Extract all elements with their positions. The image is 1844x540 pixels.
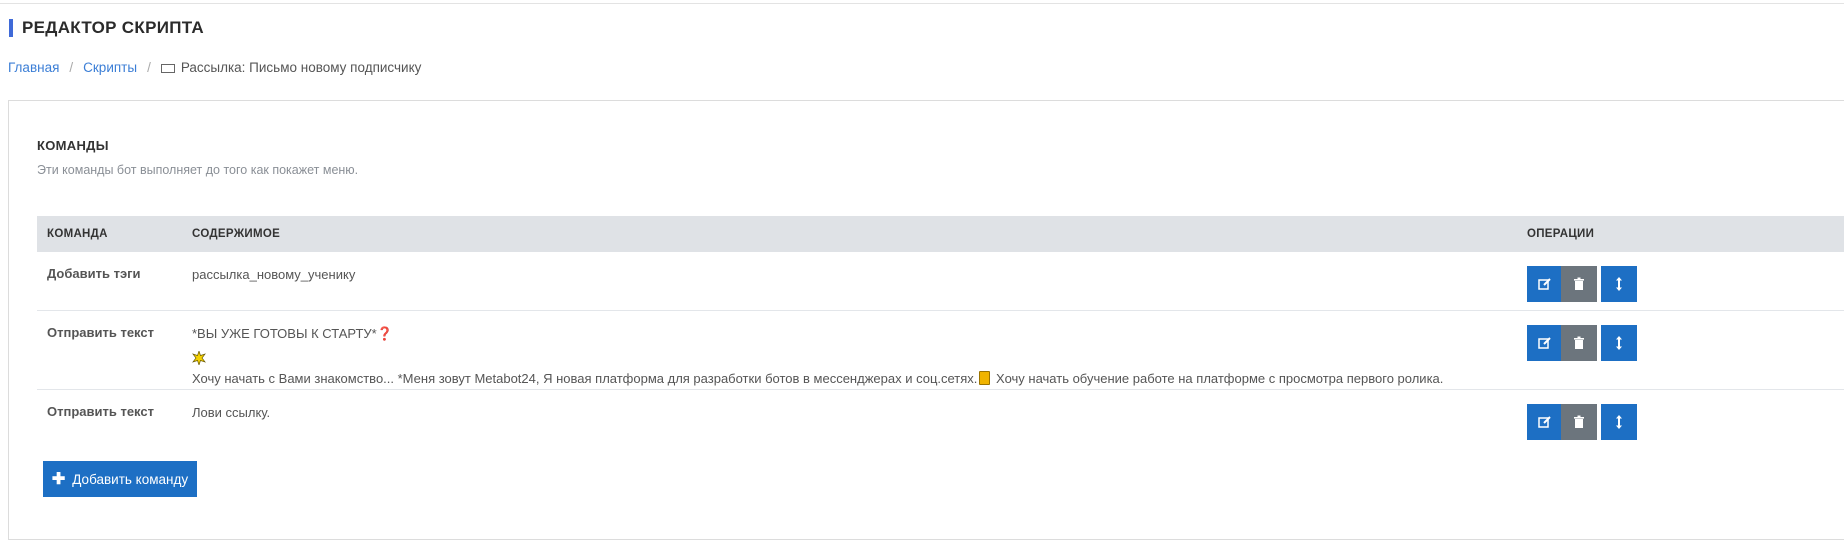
content-cell: Лови ссылку.: [192, 404, 271, 420]
move-vertical-icon: [1616, 414, 1622, 429]
command-cell: Отправить текст: [37, 310, 182, 390]
envelope-icon: [160, 63, 175, 73]
column-header-command: КОМАНДА: [47, 228, 108, 240]
section-title: КОМАНДЫ: [37, 138, 109, 153]
move-vertical-icon: [1616, 277, 1622, 291]
table-row: Отправить текст *ВЫ УЖЕ ГОТОВЫ К СТАРТУ*…: [37, 310, 1844, 390]
breadcrumb-current-label: Рассылка: Письмо новому подписчику: [180, 60, 422, 75]
phone-emoji-icon: [979, 370, 991, 385]
add-command-label: Добавить команду: [72, 471, 189, 487]
trash-icon: [1574, 415, 1584, 428]
content-line: Хочу начать обучение работе на платформе…: [996, 370, 1444, 386]
command-cell: Добавить тэги: [37, 252, 182, 311]
page-title: РЕДАКТОР СКРИПТА: [9, 19, 204, 37]
content-cell: рассылка_новому_ученику: [182, 252, 1517, 311]
sparkle-emoji-icon: [192, 350, 206, 365]
breadcrumb-home-link[interactable]: Главная: [8, 60, 59, 76]
breadcrumb-separator: /: [147, 60, 151, 75]
table-row: Добавить тэги рассылка_новому_ученику: [37, 252, 1844, 311]
operations-cell: [1517, 389, 1844, 440]
edit-icon: [1538, 336, 1551, 349]
edit-icon: [1538, 415, 1551, 428]
breadcrumb-current: Рассылка: Письмо новому подписчику: [160, 60, 422, 76]
column-header-operations: ОПЕРАЦИИ: [1527, 228, 1595, 240]
trash-icon: [1574, 277, 1584, 290]
top-border: [0, 0, 1844, 4]
breadcrumb-separator: /: [69, 60, 74, 75]
section-description: Эти команды бот выполняет до того как по…: [37, 163, 359, 177]
column-header-content: СОДЕРЖИМОЕ: [192, 228, 281, 240]
table-row: Отправить текст Лови ссылку.: [37, 389, 1844, 440]
delete-button[interactable]: [1561, 403, 1597, 440]
breadcrumb: Главная / Скрипты / Рассылка: Письмо нов…: [8, 60, 421, 76]
edit-button[interactable]: [1527, 324, 1563, 361]
command-cell: Отправить текст: [47, 403, 154, 419]
move-vertical-icon: [1616, 335, 1622, 350]
question-emoji: ❓: [376, 325, 393, 341]
operations-cell: [1517, 252, 1844, 311]
plus-icon: ✚: [51, 471, 66, 488]
add-command-button[interactable]: ✚ Добавить команду: [43, 461, 197, 497]
delete-button[interactable]: [1561, 324, 1597, 361]
content-line: Хочу начать с Вами знакомство... *Меня з…: [192, 370, 978, 386]
breadcrumb-scripts-link[interactable]: Скрипты: [83, 60, 137, 76]
move-button[interactable]: [1601, 266, 1637, 302]
content-cell: *ВЫ УЖЕ ГОТОВЫ К СТАРТУ*❓ Хочу начать с …: [182, 310, 1517, 390]
edit-button[interactable]: [1527, 266, 1563, 302]
trash-icon: [1574, 336, 1584, 349]
table-header-row: КОМАНДА СОДЕРЖИМОЕ ОПЕРАЦИИ: [37, 216, 1844, 252]
delete-button[interactable]: [1561, 266, 1597, 302]
edit-icon: [1538, 278, 1551, 290]
edit-button[interactable]: [1527, 403, 1563, 440]
operations-cell: [1517, 310, 1844, 390]
move-button[interactable]: [1601, 403, 1637, 440]
content-line: *ВЫ УЖЕ ГОТОВЫ К СТАРТУ*: [192, 325, 377, 341]
commands-table: КОМАНДА СОДЕРЖИМОЕ ОПЕРАЦИИ Добавить тэг…: [37, 216, 1844, 440]
move-button[interactable]: [1601, 324, 1637, 361]
